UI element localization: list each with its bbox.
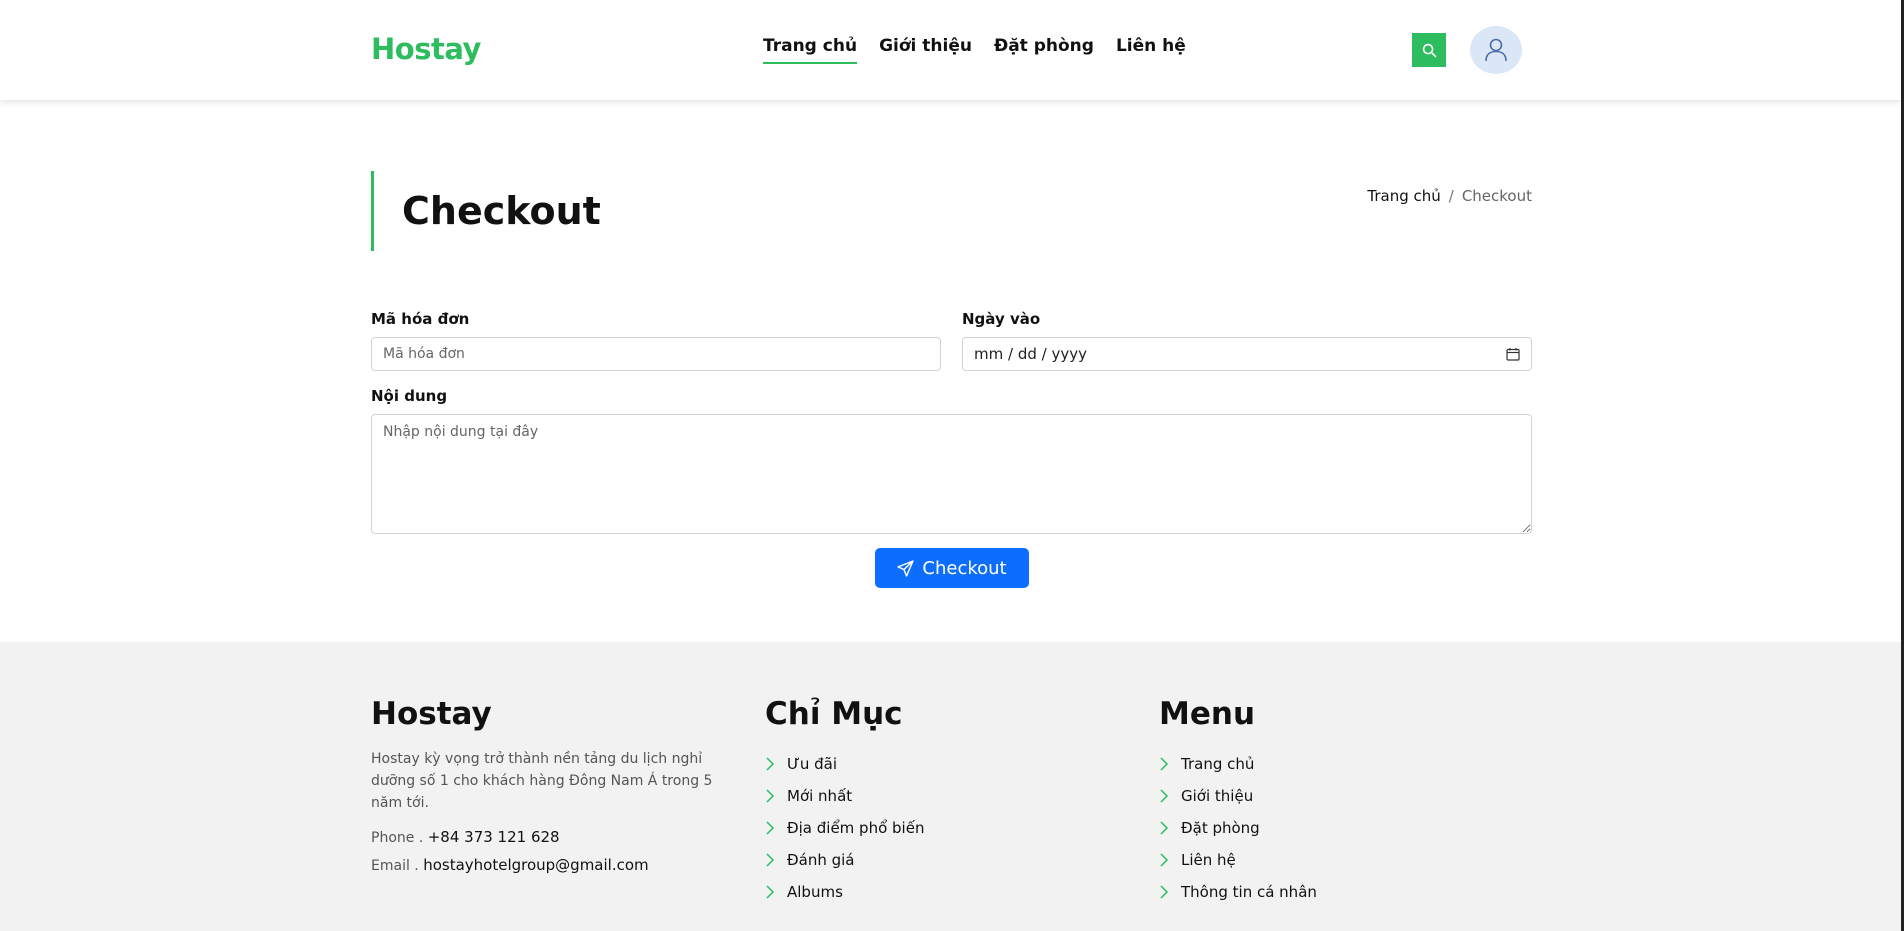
phone-value[interactable]: +84 373 121 628 [428, 828, 560, 846]
footer-index-item-label: Địa điểm phổ biến [787, 819, 925, 837]
footer-menu-item-label: Giới thiệu [1181, 787, 1254, 805]
footer-brand-heading: Hostay [371, 696, 492, 732]
footer-menu-item[interactable]: Đặt phòng [1159, 812, 1317, 844]
breadcrumb: Trang chủ / Checkout [1367, 187, 1532, 205]
footer-index-item-label: Ưu đãi [787, 755, 838, 773]
date-placeholder: mm / dd / yyyy [974, 345, 1087, 363]
footer-index-item[interactable]: Ưu đãi [765, 748, 924, 780]
footer-menu-item-label: Đặt phòng [1181, 819, 1260, 837]
footer-index-column: Chỉ Mục Ưu đãi Mới nhất Địa điểm phổ biế… [765, 696, 924, 908]
date-label: Ngày vào [962, 310, 1041, 328]
chevron-right-icon [766, 789, 775, 803]
breadcrumb-separator: / [1448, 187, 1454, 205]
footer-index-item[interactable]: Địa điểm phổ biến [765, 812, 924, 844]
chevron-right-icon [766, 885, 775, 899]
calendar-icon[interactable] [1506, 347, 1520, 361]
chevron-right-icon [1160, 757, 1169, 771]
user-icon [1485, 38, 1507, 62]
chevron-right-icon [1160, 789, 1169, 803]
main-nav: Trang chủ Giới thiệu Đặt phòng Liên hệ [763, 36, 1186, 64]
breadcrumb-current: Checkout [1461, 187, 1532, 205]
footer-index-heading: Chỉ Mục [765, 696, 903, 732]
site-logo[interactable]: Hostay [371, 32, 481, 66]
footer-menu-item[interactable]: Liên hệ [1159, 844, 1317, 876]
footer-index-item-label: Đánh giá [787, 851, 855, 869]
footer-brand-column: Hostay Hostay kỳ vọng trở thành nền tảng… [371, 696, 731, 884]
search-icon [1422, 43, 1436, 57]
footer-index-item[interactable]: Đánh giá [765, 844, 924, 876]
nav-item-about[interactable]: Giới thiệu [879, 36, 972, 64]
footer-index-list: Ưu đãi Mới nhất Địa điểm phổ biến Đánh g… [765, 748, 924, 908]
checkout-button-label: Checkout [922, 557, 1007, 579]
chevron-right-icon [766, 757, 775, 771]
footer-index-item[interactable]: Albums [765, 876, 924, 908]
nav-item-contact[interactable]: Liên hệ [1116, 36, 1186, 64]
footer-description: Hostay kỳ vọng trở thành nền tảng du lịc… [371, 751, 713, 811]
content-label: Nội dung [371, 387, 448, 405]
checkout-button[interactable]: Checkout [875, 548, 1029, 588]
footer-menu-item-label: Trang chủ [1181, 755, 1255, 773]
email-label: Email . [371, 858, 419, 874]
search-button[interactable] [1412, 33, 1446, 67]
site-header: Hostay Trang chủ Giới thiệu Đặt phòng Li… [0, 0, 1901, 100]
footer-menu-list: Trang chủ Giới thiệu Đặt phòng Liên hệ T… [1159, 748, 1317, 908]
footer-menu-item[interactable]: Giới thiệu [1159, 780, 1317, 812]
footer-index-item-label: Mới nhất [787, 787, 853, 805]
page-title: Checkout [402, 189, 601, 233]
breadcrumb-home[interactable]: Trang chủ [1367, 187, 1440, 205]
user-avatar[interactable] [1470, 26, 1522, 74]
page-title-block: Checkout [371, 171, 601, 251]
site-footer: Hostay Hostay kỳ vọng trở thành nền tảng… [0, 642, 1901, 931]
footer-menu-item[interactable]: Thông tin cá nhân [1159, 876, 1317, 908]
footer-menu-item-label: Thông tin cá nhân [1181, 883, 1317, 901]
date-input[interactable]: mm / dd / yyyy [962, 337, 1532, 371]
footer-phone: Phone . +84 373 121 628 [371, 828, 731, 846]
footer-menu-item[interactable]: Trang chủ [1159, 748, 1317, 780]
nav-item-booking[interactable]: Đặt phòng [994, 36, 1094, 64]
send-icon [897, 559, 915, 577]
chevron-right-icon [766, 853, 775, 867]
footer-index-item[interactable]: Mới nhất [765, 780, 924, 812]
phone-label: Phone . [371, 830, 424, 846]
chevron-right-icon [1160, 853, 1169, 867]
chevron-right-icon [1160, 885, 1169, 899]
footer-index-item-label: Albums [787, 883, 843, 901]
invoice-input[interactable] [371, 337, 941, 371]
footer-menu-item-label: Liên hệ [1181, 851, 1236, 869]
email-value[interactable]: hostayhotelgroup@gmail.com [423, 856, 648, 874]
content-textarea[interactable] [371, 414, 1532, 534]
invoice-label: Mã hóa đơn [371, 310, 470, 328]
chevron-right-icon [766, 821, 775, 835]
chevron-right-icon [1160, 821, 1169, 835]
footer-menu-column: Menu Trang chủ Giới thiệu Đặt phòng Liên… [1159, 696, 1317, 908]
nav-item-home[interactable]: Trang chủ [763, 36, 858, 64]
footer-menu-heading: Menu [1159, 696, 1256, 732]
footer-email: Email . hostayhotelgroup@gmail.com [371, 856, 731, 874]
